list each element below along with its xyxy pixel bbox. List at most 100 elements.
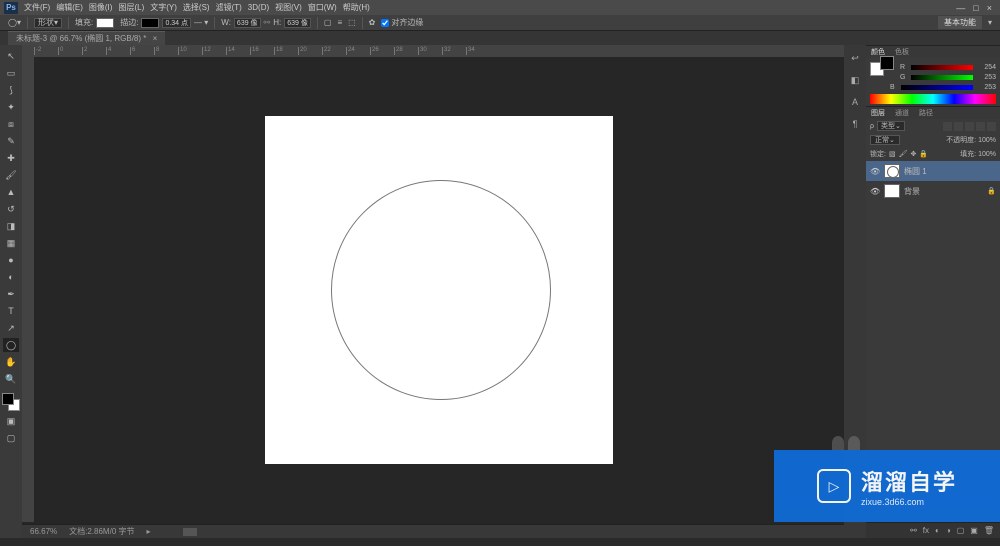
filter-pixel-icon[interactable] [943, 122, 952, 131]
ruler-origin[interactable] [22, 45, 34, 57]
menu-help[interactable]: 帮助(H) [343, 2, 370, 13]
filter-kind-icon[interactable]: ρ [870, 123, 874, 130]
canvas[interactable] [265, 116, 613, 464]
minimize-icon[interactable]: — [956, 3, 965, 13]
scrollbar[interactable] [183, 528, 197, 536]
layer-row[interactable]: 👁 椭圆 1 [866, 161, 1000, 181]
tool-preset-icon[interactable]: ◯▾ [8, 18, 21, 27]
character-panel-icon[interactable]: A [848, 95, 862, 109]
dodge-tool[interactable]: ◐ [3, 270, 19, 284]
close-icon[interactable]: × [987, 3, 992, 13]
menu-view[interactable]: 视图(V) [275, 2, 302, 13]
menu-image[interactable]: 图像(I) [89, 2, 113, 13]
menu-type[interactable]: 文字(Y) [150, 2, 177, 13]
b-slider[interactable] [901, 85, 973, 90]
filter-smart-icon[interactable] [987, 122, 996, 131]
screenmode-icon[interactable]: ▢ [3, 431, 19, 445]
layer-mask-icon[interactable]: ◐ [935, 526, 940, 535]
g-value[interactable]: 253 [976, 74, 996, 81]
arrange-icon[interactable]: ⬚ [348, 18, 356, 27]
adjustment-layer-icon[interactable]: ◑ [946, 526, 951, 535]
color-swatches[interactable] [2, 393, 20, 411]
filter-shape-icon[interactable] [976, 122, 985, 131]
maximize-icon[interactable]: □ [973, 3, 978, 13]
layer-name[interactable]: 背景 [904, 186, 920, 197]
layer-fx-icon[interactable]: fx [923, 526, 929, 535]
color-spectrum[interactable] [870, 94, 996, 104]
filter-kind-dropdown[interactable]: 类型 ⌄ [877, 121, 905, 131]
new-layer-icon[interactable]: ▣ [970, 526, 978, 535]
tab-close-icon[interactable]: × [153, 34, 158, 43]
b-value[interactable]: 253 [976, 84, 996, 91]
eyedropper-tool[interactable]: ✎ [3, 134, 19, 148]
eraser-tool[interactable]: ◨ [3, 219, 19, 233]
menu-filter[interactable]: 滤镜(T) [216, 2, 242, 13]
ruler-vertical[interactable] [22, 57, 34, 522]
tab-paths[interactable]: 路径 [914, 108, 938, 118]
workspace-menu-icon[interactable]: ▾ [988, 18, 992, 27]
link-icon[interactable]: ⚯ [264, 18, 271, 27]
document-tab[interactable]: 未标题-3 @ 66.7% (椭圆 1, RGB/8) * × [8, 31, 165, 45]
shape-tool[interactable]: ◯ [3, 338, 19, 352]
filter-type-icon[interactable] [965, 122, 974, 131]
foreground-color-swatch[interactable] [2, 393, 14, 405]
fill-swatch[interactable] [96, 18, 114, 28]
align-icon[interactable]: ≡ [337, 18, 342, 27]
link-layers-icon[interactable]: ⚯ [910, 526, 917, 535]
stamp-tool[interactable]: ▲ [3, 185, 19, 199]
align-edges-checkbox[interactable] [381, 19, 389, 27]
stroke-width-input[interactable]: 0.34 点 [162, 18, 191, 28]
healing-tool[interactable]: ✚ [3, 151, 19, 165]
move-tool[interactable]: ↖ [3, 49, 19, 63]
stroke-style-dropdown[interactable]: — ▾ [194, 18, 208, 27]
wand-tool[interactable]: ✦ [3, 100, 19, 114]
visibility-icon[interactable]: 👁 [870, 187, 880, 196]
lock-image-icon[interactable]: 🖌 [899, 150, 908, 158]
ruler-horizontal[interactable]: -20246810121416182022242628303234 [34, 45, 844, 57]
menu-window[interactable]: 窗口(W) [308, 2, 337, 13]
menu-file[interactable]: 文件(F) [24, 2, 50, 13]
settings-icon[interactable]: ✿ [369, 18, 376, 27]
hand-tool[interactable]: ✋ [3, 355, 19, 369]
properties-panel-icon[interactable]: ◧ [848, 73, 862, 87]
doc-info[interactable]: 文档:2.86M/0 字节 [69, 526, 134, 537]
stroke-swatch[interactable] [141, 18, 159, 28]
layer-thumbnail[interactable] [884, 184, 900, 198]
lock-all-icon[interactable]: 🔒 [919, 150, 928, 158]
tab-channels[interactable]: 通道 [890, 108, 914, 118]
paragraph-panel-icon[interactable]: ¶ [848, 117, 862, 131]
gradient-tool[interactable]: ▦ [3, 236, 19, 250]
marquee-tool[interactable]: ▭ [3, 66, 19, 80]
fill-opacity-value[interactable]: 100% [978, 151, 996, 158]
tab-layers[interactable]: 图层 [866, 108, 890, 118]
blend-mode-dropdown[interactable]: 正常 ⌄ [870, 135, 900, 145]
opacity-value[interactable]: 100% [978, 137, 996, 144]
lock-position-icon[interactable]: ✥ [910, 150, 916, 158]
shape-mode-dropdown[interactable]: 形状 ▾ [34, 18, 62, 28]
pen-tool[interactable]: ✒ [3, 287, 19, 301]
layer-thumbnail[interactable] [884, 164, 900, 178]
history-panel-icon[interactable]: ↩ [848, 51, 862, 65]
panel-bg-swatch[interactable] [880, 56, 894, 70]
menu-3d[interactable]: 3D(D) [248, 3, 269, 12]
layer-row[interactable]: 👁 背景 🔒 [866, 181, 1000, 201]
history-brush-tool[interactable]: ↺ [3, 202, 19, 216]
ellipse-shape[interactable] [331, 180, 551, 400]
quickmask-icon[interactable]: ▣ [3, 414, 19, 428]
workspace-switcher[interactable]: 基本功能 [938, 16, 982, 29]
r-slider[interactable] [911, 65, 973, 70]
r-value[interactable]: 254 [976, 64, 996, 71]
path-select-tool[interactable]: ↗ [3, 321, 19, 335]
menu-edit[interactable]: 编辑(E) [56, 2, 83, 13]
menu-layer[interactable]: 图层(L) [118, 2, 144, 13]
path-ops-icon[interactable]: ▢ [324, 18, 332, 27]
type-tool[interactable]: T [3, 304, 19, 318]
info-chevron-icon[interactable]: ▸ [147, 527, 151, 536]
visibility-icon[interactable]: 👁 [870, 167, 880, 176]
zoom-level[interactable]: 66.67% [30, 527, 57, 536]
menu-select[interactable]: 选择(S) [183, 2, 210, 13]
brush-tool[interactable]: 🖌 [3, 168, 19, 182]
lock-transparent-icon[interactable]: ▧ [889, 150, 896, 158]
zoom-tool[interactable]: 🔍 [3, 372, 19, 386]
width-input[interactable]: 639 像 [234, 18, 261, 28]
